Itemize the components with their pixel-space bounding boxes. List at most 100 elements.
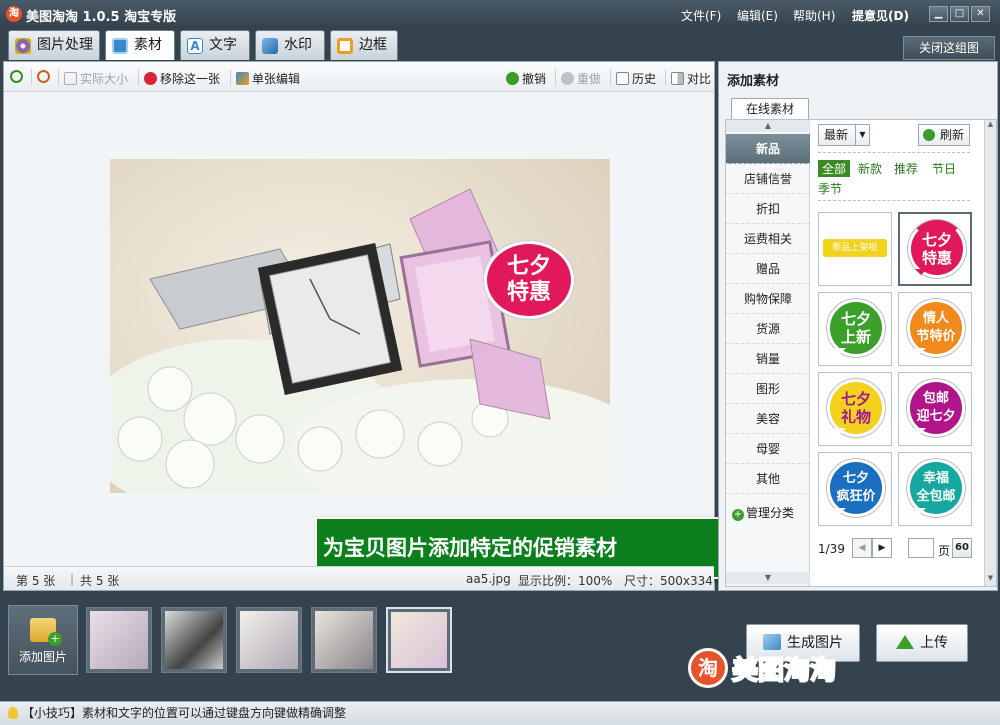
sticker-label: 包邮 迎七夕 — [907, 379, 965, 437]
tab-image-processing[interactable]: 图片处理 — [8, 30, 100, 60]
thumbnail-item[interactable] — [161, 607, 227, 673]
brand-logo: 淘美图淘淘 — [688, 648, 837, 688]
sticker-label: 七夕 疯狂价 — [827, 459, 885, 517]
zoom-in-button[interactable] — [10, 70, 26, 84]
category-item[interactable]: 折扣 — [726, 194, 810, 224]
add-image-label: 添加图片 — [18, 650, 67, 664]
thumbnail-item[interactable] — [236, 607, 302, 673]
sticker-item[interactable]: 七夕 特惠 — [898, 212, 972, 286]
tab-stickers[interactable]: 素材 — [105, 30, 175, 60]
refresh-button[interactable]: 刷新 — [918, 124, 970, 146]
close-group-button[interactable]: 关闭这组图 — [903, 36, 995, 60]
sticker-item[interactable]: 七夕 疯狂价 — [818, 452, 892, 526]
history-button[interactable]: 历史 — [616, 70, 656, 87]
status-bar: 第 5 张 | 共 5 张 aa5.jpg 显示比例：100% 尺寸：500x3… — [4, 566, 714, 590]
remove-one-button[interactable]: 移除这一张 — [144, 70, 220, 87]
sticker-item[interactable]: 情人 节特价 — [898, 292, 972, 366]
image-canvas[interactable]: 七夕 特惠 为宝贝图片添加特定的促销素材 — [4, 93, 725, 579]
menu-file[interactable]: 文件(F) — [681, 7, 721, 24]
panel-body: ▲ 新品 店铺信誉 折扣 运费相关 赠品 购物保障 货源 销量 图形 美容 母婴… — [725, 119, 997, 587]
refresh-label: 刷新 — [939, 128, 964, 142]
go-page-button[interactable]: 60 — [952, 538, 972, 558]
remove-one-label: 移除这一张 — [160, 72, 221, 86]
prev-page-button[interactable]: ◀ — [852, 538, 872, 558]
sticker-item[interactable]: 包邮 迎七夕 — [898, 372, 972, 446]
tip-bar: 【小技巧】素材和文字的位置可以通过键盘方向键做精确调整 — [0, 701, 1000, 725]
maximize-button[interactable]: □ — [950, 6, 969, 22]
image-size: 尺寸：500x334 — [624, 574, 713, 588]
tip-text: 【小技巧】素材和文字的位置可以通过键盘方向键做精确调整 — [22, 706, 347, 720]
image-editor: 实际大小 移除这一张 单张编辑 撤销 重做 历史 对比 七夕 特惠 为宝贝图片添… — [3, 61, 725, 591]
filter-new[interactable]: 新款 — [858, 160, 882, 177]
title-bar: 淘 美图淘淘 1.0.5 淘宝专版 文件(F) 编辑(E) 帮助(H) 提意见(… — [0, 0, 1000, 28]
remove-icon — [144, 72, 157, 85]
scroll-up-icon[interactable]: ▲ — [726, 120, 810, 132]
compare-button[interactable]: 对比 — [671, 70, 711, 87]
sticker-item[interactable]: 七夕 礼物 — [818, 372, 892, 446]
palette-icon — [15, 38, 31, 54]
zoom-out-button[interactable] — [37, 70, 53, 84]
menu-help[interactable]: 帮助(H) — [793, 7, 835, 24]
chevron-down-icon: ▼ — [855, 125, 869, 145]
category-item[interactable]: 美容 — [726, 404, 810, 434]
page-input[interactable] — [908, 538, 934, 558]
category-item[interactable]: 图形 — [726, 374, 810, 404]
sticker-item[interactable]: 新品上架啦 — [818, 212, 892, 286]
add-icon: + — [732, 509, 744, 521]
close-window-button[interactable]: ✕ — [971, 6, 990, 22]
next-page-button[interactable]: ▶ — [872, 538, 892, 558]
tab-label: 水印 — [284, 37, 312, 53]
category-item[interactable]: 店铺信誉 — [726, 164, 810, 194]
category-item[interactable]: 其他 — [726, 464, 810, 494]
category-item[interactable]: 母婴 — [726, 434, 810, 464]
menu-edit[interactable]: 编辑(E) — [737, 7, 778, 24]
filter-season[interactable]: 季节 — [818, 180, 842, 197]
watermark-icon — [262, 38, 278, 54]
category-item[interactable]: 购物保障 — [726, 284, 810, 314]
manage-label: 管理分类 — [746, 506, 795, 520]
thumbnail-item-selected[interactable] — [386, 607, 452, 673]
category-item[interactable]: 新品 — [726, 134, 810, 164]
filter-all[interactable]: 全部 — [818, 160, 851, 177]
tab-label: 边框 — [359, 37, 387, 53]
tab-text[interactable]: A 文字 — [180, 30, 250, 60]
scroll-down-icon[interactable]: ▼ — [726, 572, 810, 584]
sticker-icon — [112, 38, 128, 54]
single-edit-label: 单张编辑 — [252, 72, 301, 86]
sticker-item[interactable]: 七夕 上新 — [818, 292, 892, 366]
minimize-button[interactable]: ▁ — [929, 6, 948, 22]
filter-holiday[interactable]: 节日 — [932, 160, 956, 177]
menu-feedback[interactable]: 提意见(D) — [852, 7, 909, 24]
app-logo-icon: 淘 — [6, 6, 22, 22]
tab-online-stickers[interactable]: 在线素材 — [731, 98, 809, 120]
thumbnail-item[interactable] — [311, 607, 377, 673]
upload-button[interactable]: 上传 — [876, 624, 968, 662]
actual-size-label: 实际大小 — [80, 72, 129, 86]
canvas-sticker[interactable]: 七夕 特惠 — [484, 241, 574, 319]
sticker-area: 最新 ▼ 刷新 全部 新款 推荐 节日 季节 新品上架啦 七夕 特惠 七夕 上新… — [814, 120, 996, 586]
redo-button[interactable]: 重做 — [561, 70, 601, 87]
tab-watermark[interactable]: 水印 — [255, 30, 325, 60]
single-edit-button[interactable]: 单张编辑 — [236, 70, 300, 87]
tab-frame[interactable]: 边框 — [330, 30, 398, 60]
zoom-level: 显示比例：100% — [518, 574, 613, 588]
thumbnail-item[interactable] — [86, 607, 152, 673]
category-item[interactable]: 销量 — [726, 344, 810, 374]
refresh-icon — [923, 129, 935, 141]
manage-categories-button[interactable]: + 管理分类 — [732, 504, 794, 521]
add-image-button[interactable]: + 添加图片 — [8, 605, 78, 675]
total-count: 共 5 张 — [80, 574, 120, 588]
undo-button[interactable]: 撤销 — [506, 70, 546, 87]
sticker-item[interactable]: 幸福 全包邮 — [898, 452, 972, 526]
category-list: ▲ 新品 店铺信誉 折扣 运费相关 赠品 购物保障 货源 销量 图形 美容 母婴… — [726, 120, 810, 586]
category-item[interactable]: 运费相关 — [726, 224, 810, 254]
sort-select[interactable]: 最新 ▼ — [818, 124, 870, 146]
undo-label: 撤销 — [522, 72, 547, 86]
filter-recommended[interactable]: 推荐 — [894, 160, 918, 177]
sticker-label: 新品上架啦 — [823, 239, 887, 257]
panel-scrollbar[interactable]: ▲ ▼ — [984, 120, 996, 586]
product-photo[interactable] — [110, 159, 610, 493]
actual-size-button[interactable]: 实际大小 — [64, 70, 128, 87]
category-item[interactable]: 赠品 — [726, 254, 810, 284]
category-item[interactable]: 货源 — [726, 314, 810, 344]
